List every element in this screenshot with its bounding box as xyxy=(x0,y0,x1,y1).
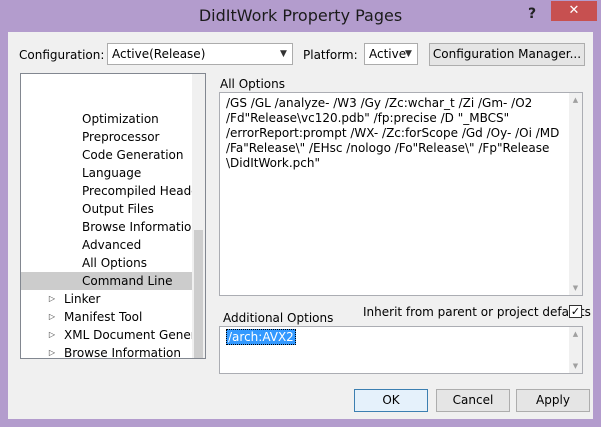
check-icon: ✓ xyxy=(570,305,581,318)
all-options-line: /errorReport:prompt /WX- /Zc:forScope /G… xyxy=(226,126,560,140)
tree-item[interactable]: ▷ Manifest Tool xyxy=(21,308,193,326)
all-options-textbox[interactable]: /GS /GL /analyze- /W3 /Gy /Zc:wchar_t /Z… xyxy=(219,92,583,296)
tree-item-label: XML Document Genera xyxy=(64,328,204,342)
all-options-line: /Fd"Release\vc120.pdb" /fp:precise /D "_… xyxy=(226,111,510,125)
expand-arrow-icon[interactable]: ▷ xyxy=(47,326,57,344)
tree-item[interactable]: ▷ XML Document Genera xyxy=(21,326,203,344)
all-options-line: \DidItWork.pch" xyxy=(226,156,321,170)
tree-item[interactable]: ▷ Linker xyxy=(21,290,193,308)
additional-options-scrollbar[interactable]: ▲ ▼ xyxy=(569,327,582,373)
tree-item[interactable]: Code Generation xyxy=(21,146,193,164)
tree-item-label: Optimization xyxy=(82,112,159,126)
expand-arrow-icon[interactable]: ▷ xyxy=(47,290,57,308)
all-options-text: /GS /GL /analyze- /W3 /Gy /Zc:wchar_t /Z… xyxy=(226,96,576,171)
scroll-up-icon[interactable]: ▲ xyxy=(569,93,582,107)
configuration-label: Configuration: xyxy=(19,48,105,62)
tree-item[interactable]: Language xyxy=(21,164,193,182)
tree-item-label: Code Generation xyxy=(82,148,184,162)
scroll-down-icon[interactable]: ▼ xyxy=(569,359,582,373)
inherit-checkbox[interactable]: ✓ xyxy=(569,305,582,318)
property-tree[interactable]: Optimization Preprocessor Code Generation L… xyxy=(20,73,206,359)
all-options-label: All Options xyxy=(220,77,285,91)
ok-button[interactable]: OK xyxy=(354,389,428,412)
tree-item-label: Advanced xyxy=(82,238,142,252)
expand-arrow-icon[interactable]: ▷ xyxy=(47,344,57,358)
tree-item-label: Precompiled Heade xyxy=(82,184,199,198)
tree-item[interactable]: Command Line xyxy=(21,272,193,290)
additional-options-input[interactable]: /arch:AVX2 ▲ ▼ xyxy=(219,326,583,374)
additional-options-label: Additional Options xyxy=(223,311,334,325)
tree-item-label: Browse Information xyxy=(82,220,199,234)
tree-item[interactable]: Output Files xyxy=(21,200,193,218)
property-pages-window: DidItWork Property Pages ? ✕ Configurati… xyxy=(0,0,601,427)
chevron-down-icon: ▼ xyxy=(280,49,287,59)
tree-item-label: Preprocessor xyxy=(82,130,160,144)
inherit-label: Inherit from parent or project defaults xyxy=(363,305,591,319)
tree-item-label: Linker xyxy=(64,292,101,306)
tree-item-label: Output Files xyxy=(82,202,154,216)
tree-scroll-thumb[interactable] xyxy=(194,230,203,358)
tree-item-label: Command Line xyxy=(82,274,173,288)
platform-label: Platform: xyxy=(303,48,358,62)
tree-item[interactable]: Advanced xyxy=(21,236,193,254)
title-bar[interactable]: DidItWork Property Pages ? ✕ xyxy=(0,0,601,32)
cancel-button[interactable]: Cancel xyxy=(436,389,510,412)
scroll-up-icon[interactable]: ▲ xyxy=(569,327,582,341)
all-options-line: /Fa"Release\" /EHsc /nologo /Fo"Release\… xyxy=(226,141,550,155)
chevron-down-icon: ▼ xyxy=(405,49,412,59)
scroll-down-icon[interactable]: ▼ xyxy=(569,281,582,295)
tree-item-label: Language xyxy=(82,166,142,180)
platform-dropdown[interactable]: Active ▼ xyxy=(364,43,418,65)
all-options-line: /GS /GL /analyze- /W3 /Gy /Zc:wchar_t /Z… xyxy=(226,96,533,110)
tree-item[interactable]: All Options xyxy=(21,254,193,272)
tree-item-label: All Options xyxy=(82,256,147,270)
close-icon[interactable]: ✕ xyxy=(551,1,597,21)
tree-item-label: Browse Information xyxy=(64,346,181,359)
additional-options-value: /arch:AVX2 xyxy=(226,329,296,345)
tree-item[interactable]: ▷ Browse Information xyxy=(21,344,193,359)
tree-scrollbar[interactable] xyxy=(192,74,205,358)
tree-item[interactable]: Precompiled Heade xyxy=(21,182,199,200)
window-title: DidItWork Property Pages xyxy=(198,6,403,25)
tree-item[interactable]: Preprocessor xyxy=(21,128,193,146)
apply-button[interactable]: Apply xyxy=(516,389,590,412)
configuration-manager-button[interactable]: Configuration Manager... xyxy=(429,43,585,66)
tree-item-label: Manifest Tool xyxy=(64,310,143,324)
configuration-value: Active(Release) xyxy=(112,47,206,61)
configuration-dropdown[interactable]: Active(Release) ▼ xyxy=(107,43,293,65)
tree-item[interactable]: Optimization xyxy=(21,110,193,128)
dialog-client-area: Configuration: Active(Release) ▼ Platfor… xyxy=(8,32,593,419)
expand-arrow-icon[interactable]: ▷ xyxy=(47,308,57,326)
help-icon[interactable]: ? xyxy=(519,4,545,24)
tree-item[interactable]: Browse Information xyxy=(21,218,199,236)
all-options-scrollbar[interactable]: ▲ ▼ xyxy=(569,93,582,295)
